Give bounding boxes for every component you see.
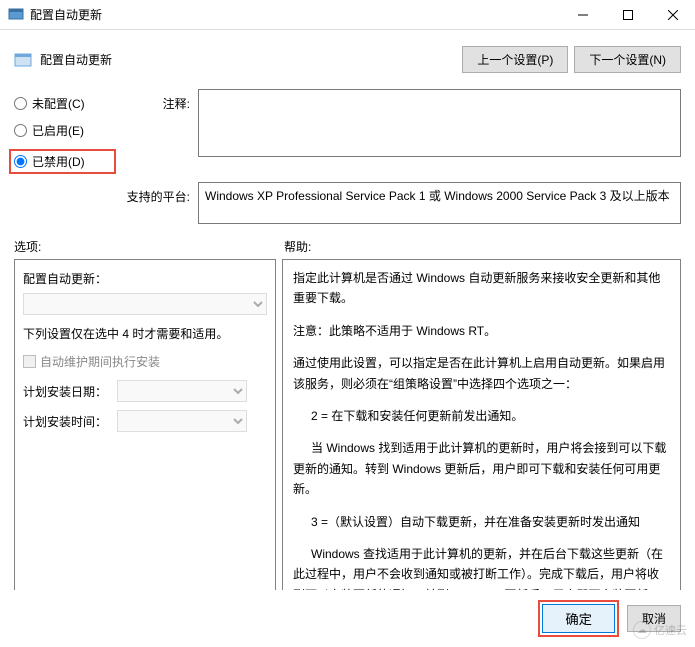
header-row: 配置自动更新 上一个设置(P) 下一个设置(N) (0, 30, 695, 83)
radio-disabled[interactable]: 已禁用(D) (14, 153, 111, 170)
watermark: ☁ 亿速云 (633, 621, 687, 639)
ok-button-highlight: 确定 (538, 600, 619, 637)
help-p3: 通过使用此设置，可以指定是否在此计算机上启用自动更新。如果启用该服务，则必须在“… (293, 353, 670, 394)
platforms-label: 支持的平台: (122, 182, 190, 224)
page-title: 配置自动更新 (40, 51, 112, 68)
maintenance-checkbox (23, 355, 36, 368)
configure-update-select (23, 293, 267, 315)
options-note: 下列设置仅在选中 4 时才需要和适用。 (23, 325, 267, 343)
watermark-text: 亿速云 (654, 622, 687, 638)
close-button[interactable] (650, 0, 695, 30)
options-panel: 配置自动更新： 下列设置仅在选中 4 时才需要和适用。 自动维护期间执行安装 计… (14, 259, 276, 599)
options-heading: 选项: (14, 238, 284, 255)
schedule-time-select (117, 410, 247, 432)
ok-button[interactable]: 确定 (542, 604, 615, 633)
radio-not-configured[interactable]: 未配置(C) (14, 95, 114, 112)
next-setting-button[interactable]: 下一个设置(N) (574, 46, 681, 73)
radio-disabled-highlight: 已禁用(D) (9, 149, 116, 174)
window-title: 配置自动更新 (30, 6, 102, 23)
help-p5: 当 Windows 找到适用于此计算机的更新时，用户将会接到可以下载更新的通知。… (293, 438, 670, 499)
configure-update-label: 配置自动更新： (23, 270, 267, 287)
maintenance-install-row: 自动维护期间执行安装 (23, 353, 267, 370)
supported-platforms-box: Windows XP Professional Service Pack 1 或… (198, 182, 681, 224)
app-icon (8, 7, 24, 23)
schedule-day-select (117, 380, 247, 402)
previous-setting-button[interactable]: 上一个设置(P) (462, 46, 568, 73)
help-p1: 指定此计算机是否通过 Windows 自动更新服务来接收安全更新和其他重要下载。 (293, 268, 670, 309)
help-p4: 2 = 在下载和安装任何更新前发出通知。 (293, 406, 670, 426)
maximize-button[interactable] (605, 0, 650, 30)
maintenance-label: 自动维护期间执行安装 (40, 353, 160, 370)
help-panel[interactable]: 指定此计算机是否通过 Windows 自动更新服务来接收安全更新和其他重要下载。… (282, 259, 681, 599)
comment-label: 注释: (122, 89, 190, 174)
radio-enabled[interactable]: 已启用(E) (14, 122, 114, 139)
schedule-time-label: 计划安装时间： (23, 413, 111, 430)
help-p2: 注意：此策略不适用于 Windows RT。 (293, 321, 670, 341)
help-heading: 帮助: (284, 238, 311, 255)
window-titlebar: 配置自动更新 (0, 0, 695, 30)
radio-enabled-input[interactable] (14, 124, 27, 137)
dialog-footer: 确定 取消 (0, 590, 695, 647)
radio-disabled-input[interactable] (14, 155, 27, 168)
radio-not-configured-input[interactable] (14, 97, 27, 110)
policy-icon (14, 51, 32, 69)
schedule-day-label: 计划安装日期： (23, 383, 111, 400)
comment-textarea[interactable] (198, 89, 681, 157)
minimize-button[interactable] (560, 0, 605, 30)
watermark-icon: ☁ (633, 621, 651, 639)
help-p6: 3 =（默认设置）自动下载更新，并在准备安装更新时发出通知 (293, 512, 670, 532)
